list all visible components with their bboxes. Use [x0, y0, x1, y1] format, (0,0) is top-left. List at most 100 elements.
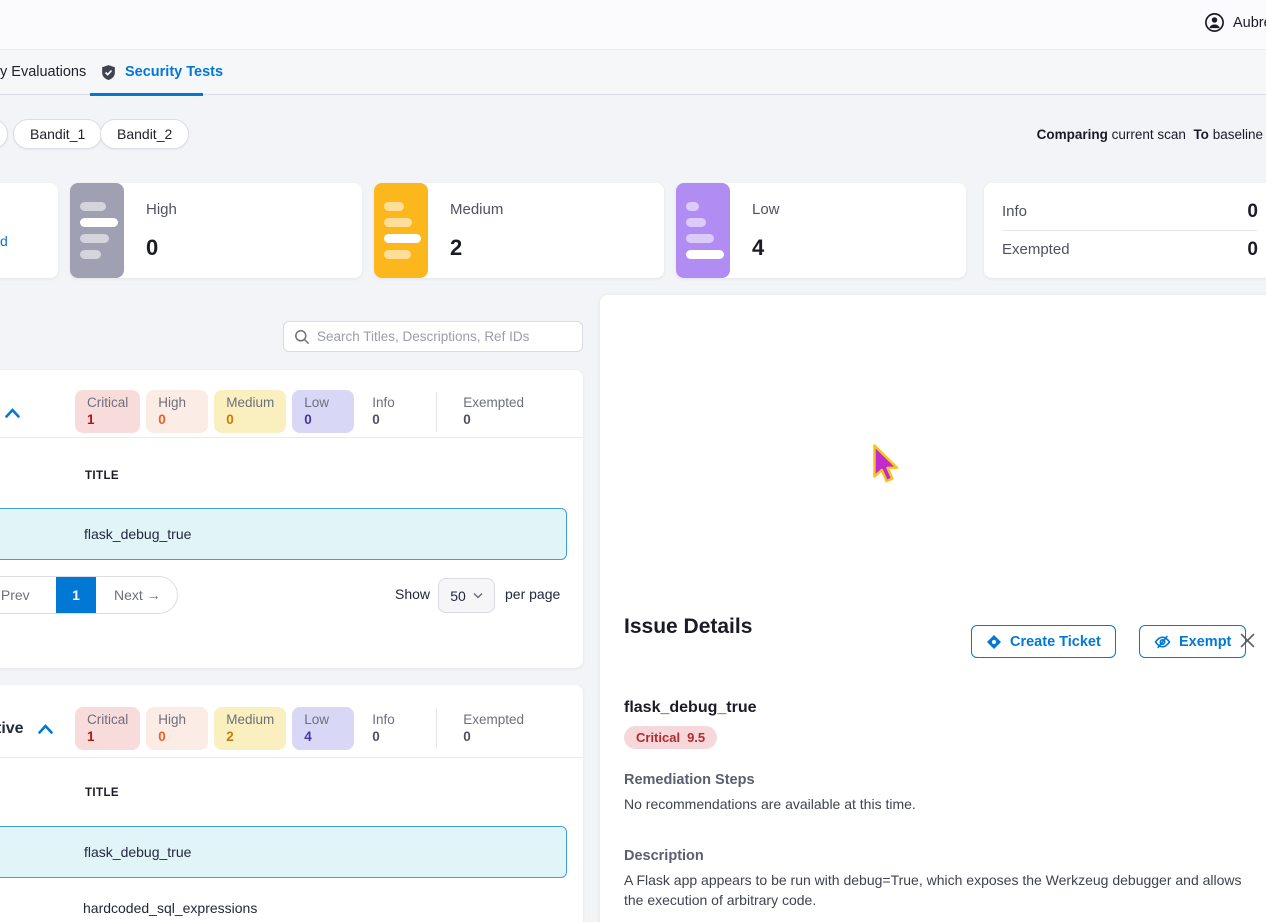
tab-bar: y Evaluations Security Tests — [0, 50, 1266, 95]
issues-section-1: Critical 1 High 0 Medium 0 Low 0 Info 0 … — [0, 370, 583, 668]
partial-link-fragment: d — [0, 233, 8, 249]
section2-title-column-header: TITLE — [85, 787, 119, 799]
ticket-diamond-icon — [986, 634, 1002, 650]
severity-pill-critical: Critical 1 — [75, 707, 140, 750]
section1-severity-pills: Critical 1 High 0 Medium 0 Low 0 Info 0 … — [75, 390, 536, 433]
user-menu[interactable]: Aubre — [1204, 12, 1266, 33]
exempt-button[interactable]: Exempt — [1139, 625, 1246, 658]
exempted-count: 0 — [1247, 239, 1258, 261]
tab-policy-evaluations-label: y Evaluations — [0, 64, 86, 80]
remediation-text: No recommendations are available at this… — [624, 794, 1249, 814]
severity-badge-label: Critical — [636, 730, 680, 745]
search-input[interactable] — [317, 329, 572, 344]
comparing-current: current scan — [1112, 127, 1186, 142]
info-exempted-card: Info 0 Exempted 0 — [984, 183, 1266, 278]
page-size-select[interactable]: 50 — [438, 578, 495, 613]
mouse-cursor — [871, 444, 901, 486]
severity-badge: Critical 9.5 — [624, 726, 717, 749]
create-ticket-label: Create Ticket — [1010, 634, 1101, 650]
severity-pill-medium: Medium 2 — [214, 707, 286, 750]
high-card-count: 0 — [146, 235, 158, 261]
search-box — [283, 321, 583, 352]
section2-collapse-chevron-up-icon[interactable] — [37, 723, 54, 735]
severity-pill-exempted: Exempted 0 — [451, 707, 536, 750]
issue-row-title: flask_debug_true — [84, 844, 191, 860]
issue-row-title: flask_debug_true — [84, 526, 191, 542]
show-label: Show — [395, 586, 430, 602]
compare-status: Comparing current scan To baseline — [1037, 127, 1263, 142]
tab-policy-evaluations[interactable]: y Evaluations — [0, 64, 86, 80]
severity-pill-high: High 0 — [146, 390, 208, 433]
scan-chip-bandit2-label: Bandit_2 — [117, 126, 172, 142]
comparing-baseline: baseline — [1213, 127, 1263, 142]
issues-section-2: tive Critical 1 High 0 Medium 2 Low 4 In… — [0, 685, 583, 922]
user-name: Aubre — [1233, 15, 1266, 31]
issue-row-flask-debug-true[interactable]: flask_debug_true — [0, 508, 567, 560]
scan-chip-bandit2[interactable]: Bandit_2 — [100, 119, 189, 149]
security-tests-page: Aubre y Evaluations Security Tests Bandi… — [0, 0, 1266, 922]
severity-pill-critical: Critical 1 — [75, 390, 140, 433]
section1-divider — [0, 437, 583, 438]
section2-label-fragment: tive — [0, 720, 24, 738]
severity-card-low: Low 4 — [676, 183, 966, 278]
tab-security-tests-label: Security Tests — [125, 64, 223, 80]
pill-divider — [436, 709, 437, 749]
pagination: ← Prev 1 Next → — [0, 576, 178, 614]
description-text: A Flask app appears to be run with debug… — [624, 870, 1249, 910]
prev-page-button[interactable]: ← Prev — [0, 587, 56, 603]
exempted-row: Exempted 0 — [1002, 231, 1258, 268]
issue-row-title: hardcoded_sql_expressions — [83, 900, 257, 916]
low-card-count: 4 — [752, 235, 764, 261]
section2-severity-pills: Critical 1 High 0 Medium 2 Low 4 Info 0 … — [75, 707, 536, 750]
remediation-heading: Remediation Steps — [624, 772, 755, 788]
severity-pill-high: High 0 — [146, 707, 208, 750]
description-heading: Description — [624, 848, 704, 864]
scan-chip-bandit1[interactable]: Bandit_1 — [13, 119, 102, 149]
severity-badge-score: 9.5 — [687, 730, 705, 745]
shield-icon — [100, 64, 117, 81]
page-size-value: 50 — [450, 588, 466, 604]
scan-chip-partial[interactable] — [0, 119, 8, 149]
severity-pill-info: Info 0 — [360, 707, 422, 750]
pill-divider — [436, 392, 437, 432]
search-icon — [294, 329, 310, 345]
medium-card-count: 2 — [450, 235, 462, 261]
info-label: Info — [1002, 203, 1027, 220]
exempted-label: Exempted — [1002, 241, 1070, 258]
high-gauge-icon — [70, 183, 124, 278]
panel-title: Issue Details — [624, 615, 752, 639]
create-ticket-button[interactable]: Create Ticket — [971, 625, 1116, 658]
comparing-label: Comparing — [1037, 127, 1108, 142]
eye-off-icon — [1154, 634, 1171, 650]
severity-pill-low: Low 4 — [292, 707, 354, 750]
severity-pill-exempted: Exempted 0 — [451, 390, 536, 433]
active-tab-underline — [90, 93, 203, 96]
chevron-down-icon — [473, 592, 483, 599]
info-count: 0 — [1247, 201, 1258, 223]
section2-divider — [0, 757, 583, 758]
section1-collapse-chevron-up-icon[interactable] — [4, 407, 21, 419]
comparing-to-label: To — [1193, 127, 1209, 142]
low-card-label: Low — [752, 201, 780, 218]
severity-card-critical-partial: d — [0, 183, 58, 278]
close-icon[interactable] — [1240, 633, 1255, 648]
issue-title: flask_debug_true — [624, 699, 756, 717]
issue-row-hardcoded-sql-expressions[interactable]: hardcoded_sql_expressions — [0, 885, 567, 922]
issue-row-flask-debug-true[interactable]: flask_debug_true — [0, 826, 567, 878]
low-gauge-icon — [676, 183, 730, 278]
next-page-button[interactable]: Next → — [96, 587, 161, 603]
current-page-button[interactable]: 1 — [56, 576, 96, 614]
severity-card-medium: Medium 2 — [374, 183, 664, 278]
severity-card-high: High 0 — [70, 183, 362, 278]
user-avatar-icon — [1204, 12, 1225, 33]
severity-pill-info: Info 0 — [360, 390, 422, 433]
exempt-label: Exempt — [1179, 634, 1231, 650]
severity-pill-medium: Medium 0 — [214, 390, 286, 433]
tab-security-tests[interactable]: Security Tests — [90, 50, 233, 95]
medium-gauge-icon — [374, 183, 428, 278]
high-card-label: High — [146, 201, 177, 218]
issue-details-panel: Issue Details Create Ticket Exempt flask… — [600, 295, 1266, 922]
top-header: Aubre — [0, 0, 1266, 50]
per-page-label: per page — [505, 586, 560, 602]
info-row: Info 0 — [1002, 193, 1258, 230]
